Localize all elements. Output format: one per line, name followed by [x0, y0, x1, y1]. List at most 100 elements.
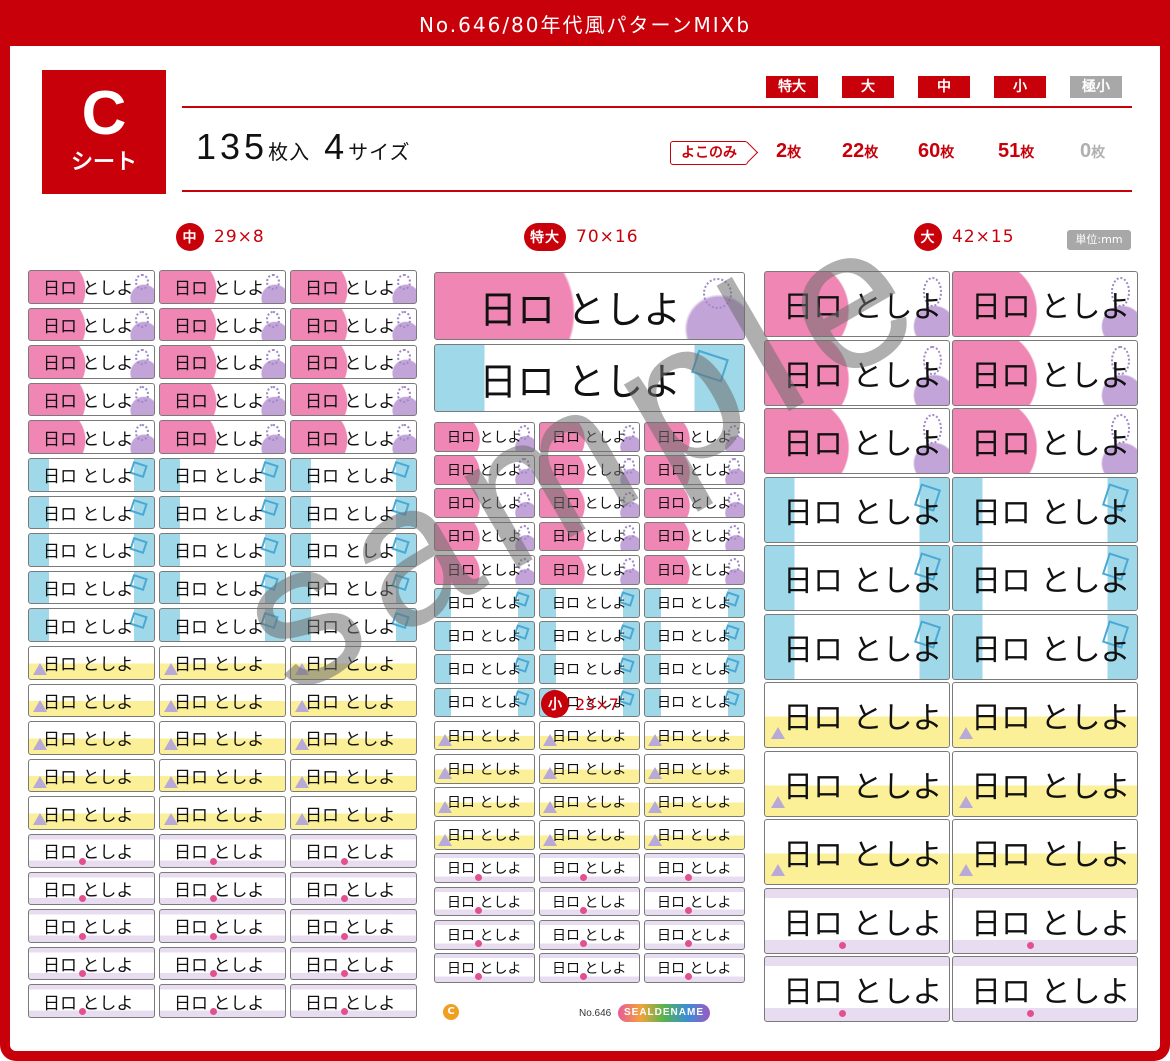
small-label: 日ロ としよ	[644, 554, 745, 585]
label-name-text: 日ロ としよ	[783, 906, 943, 942]
label-name-text: 日ロ としよ	[174, 843, 265, 864]
medium-label: 日ロ としよ	[159, 721, 286, 755]
label-name-text: 日ロ としよ	[479, 359, 682, 404]
label-name-text: 日ロ としよ	[971, 358, 1131, 394]
large-label: 日ロ としよ	[764, 613, 950, 680]
label-name-text: 日ロ としよ	[657, 828, 732, 845]
label-name-text: 日ロ としよ	[43, 467, 134, 488]
label-name-text: 日ロ としよ	[305, 467, 396, 488]
medium-label: 日ロ としよ	[290, 984, 417, 1018]
sheet-letter: C	[81, 79, 127, 148]
section-label-large: 大 42×15	[914, 223, 1015, 251]
label-name-text: 日ロ としよ	[971, 290, 1131, 325]
medium-label: 日ロ としよ	[159, 796, 286, 830]
label-name-text: 日ロ としよ	[657, 861, 732, 878]
medium-label: 日ロ としよ	[28, 683, 155, 718]
medium-label: 日ロ としよ	[290, 833, 417, 868]
label-name-text: 日ロ としよ	[552, 927, 627, 944]
count-small: 51枚	[998, 140, 1035, 162]
label-name-text: 日ロ としよ	[43, 805, 134, 826]
label-name-text: 日ロ としよ	[43, 617, 134, 638]
medium-label: 日ロ としよ	[290, 420, 417, 454]
medium-label: 日ロ としよ	[159, 645, 286, 680]
label-name-text: 日ロ としよ	[174, 918, 265, 939]
small-label: 日ロ としよ	[539, 787, 640, 817]
small-label: 日ロ としよ	[539, 919, 640, 950]
label-name-text: 日ロ としよ	[657, 496, 732, 513]
label-name-text: 日ロ としよ	[174, 617, 265, 638]
small-label: 日ロ としよ	[539, 720, 640, 751]
label-name-text: 日ロ としよ	[971, 838, 1131, 873]
count-xsmall: 0枚	[1080, 140, 1106, 162]
large-label: 日ロ としよ	[764, 408, 950, 474]
divider-top	[182, 106, 1132, 108]
label-name-text: 日ロ としよ	[447, 960, 522, 977]
label-name-text: 日ロ としよ	[305, 504, 396, 525]
small-label: 日ロ としよ	[644, 521, 745, 552]
medium-label: 日ロ としよ	[28, 645, 155, 680]
medium-label: 日ロ としよ	[28, 495, 155, 530]
sheet-count-title: 135枚入 4サイズ	[196, 126, 411, 168]
large-label: 日ロ としよ	[764, 271, 950, 337]
large-label: 日ロ としよ	[952, 476, 1138, 543]
size-tag-small: 小	[994, 76, 1046, 98]
label-name-text: 日ロ としよ	[783, 564, 943, 599]
page-title-bar: No.646/80年代風パターンMIXb	[0, 0, 1170, 46]
label-name-text: 日ロ としよ	[305, 880, 396, 901]
large-label: 日ロ としよ	[764, 476, 950, 543]
small-label: 日ロ としよ	[539, 853, 640, 884]
medium-label: 日ロ としよ	[290, 382, 417, 417]
label-name-text: 日ロ としよ	[657, 429, 732, 446]
label-name-text: 日ロ としよ	[783, 701, 943, 736]
section-label-xlarge: 特大 70×16	[524, 223, 639, 251]
medium-label: 日ロ としよ	[290, 946, 417, 981]
label-name-text: 日ロ としよ	[447, 761, 522, 778]
label-name-text: 日ロ としよ	[174, 730, 265, 751]
section-dims-small: 23×7	[575, 694, 619, 714]
footer-number: No.646	[579, 1008, 612, 1019]
large-label: 日ロ としよ	[764, 750, 950, 817]
label-name-text: 日ロ としよ	[43, 429, 134, 450]
label-name-text: 日ロ としよ	[657, 927, 732, 944]
small-label: 日ロ としよ	[434, 787, 535, 817]
small-label: 日ロ としよ	[539, 488, 640, 519]
large-label: 日ロ としよ	[764, 819, 950, 885]
label-name-text: 日ロ としよ	[447, 562, 522, 579]
medium-label: 日ロ としよ	[290, 871, 417, 906]
label-name-text: 日ロ としよ	[552, 662, 627, 679]
xlarge-label: 日ロ としよ	[434, 272, 745, 340]
small-label: 日ロ としよ	[434, 886, 535, 917]
medium-label: 日ロ としよ	[290, 570, 417, 605]
label-name-text: 日ロ としよ	[447, 662, 522, 679]
label-name-text: 日ロ としよ	[447, 794, 522, 811]
small-label: 日ロ としよ	[434, 753, 535, 784]
label-name-text: 日ロ としよ	[305, 542, 396, 563]
footer-sheet-mark: C	[443, 1004, 459, 1020]
small-label: 日ロ としよ	[644, 919, 745, 950]
label-name-text: 日ロ としよ	[305, 279, 396, 300]
small-label: 日ロ としよ	[539, 886, 640, 917]
section-tag-small: 小	[541, 690, 569, 718]
small-label: 日ロ としよ	[434, 953, 535, 983]
large-label: 日ロ としよ	[952, 819, 1138, 885]
label-name-text: 日ロ としよ	[783, 975, 943, 1010]
large-label: 日ロ としよ	[764, 545, 950, 611]
medium-label: 日ロ としよ	[28, 457, 155, 492]
medium-label: 日ロ としよ	[159, 382, 286, 417]
label-name-text: 日ロ としよ	[305, 768, 396, 789]
label-name-text: 日ロ としよ	[43, 542, 134, 563]
large-label: 日ロ としよ	[764, 887, 950, 954]
small-label: 日ロ としよ	[434, 720, 535, 751]
large-label: 日ロ としよ	[764, 682, 950, 748]
label-name-text: 日ロ としよ	[657, 761, 732, 778]
label-name-text: 日ロ としよ	[552, 794, 627, 811]
section-dims-large: 42×15	[952, 227, 1015, 247]
large-label: 日ロ としよ	[952, 339, 1138, 406]
section-tag-large: 大	[914, 223, 942, 251]
medium-label: 日ロ としよ	[290, 495, 417, 530]
medium-label: 日ロ としよ	[159, 758, 286, 793]
label-name-text: 日ロ としよ	[174, 354, 265, 375]
label-name-text: 日ロ としよ	[305, 354, 396, 375]
orientation-label: よこのみ	[670, 141, 748, 165]
size-tag-large: 大	[842, 76, 894, 98]
